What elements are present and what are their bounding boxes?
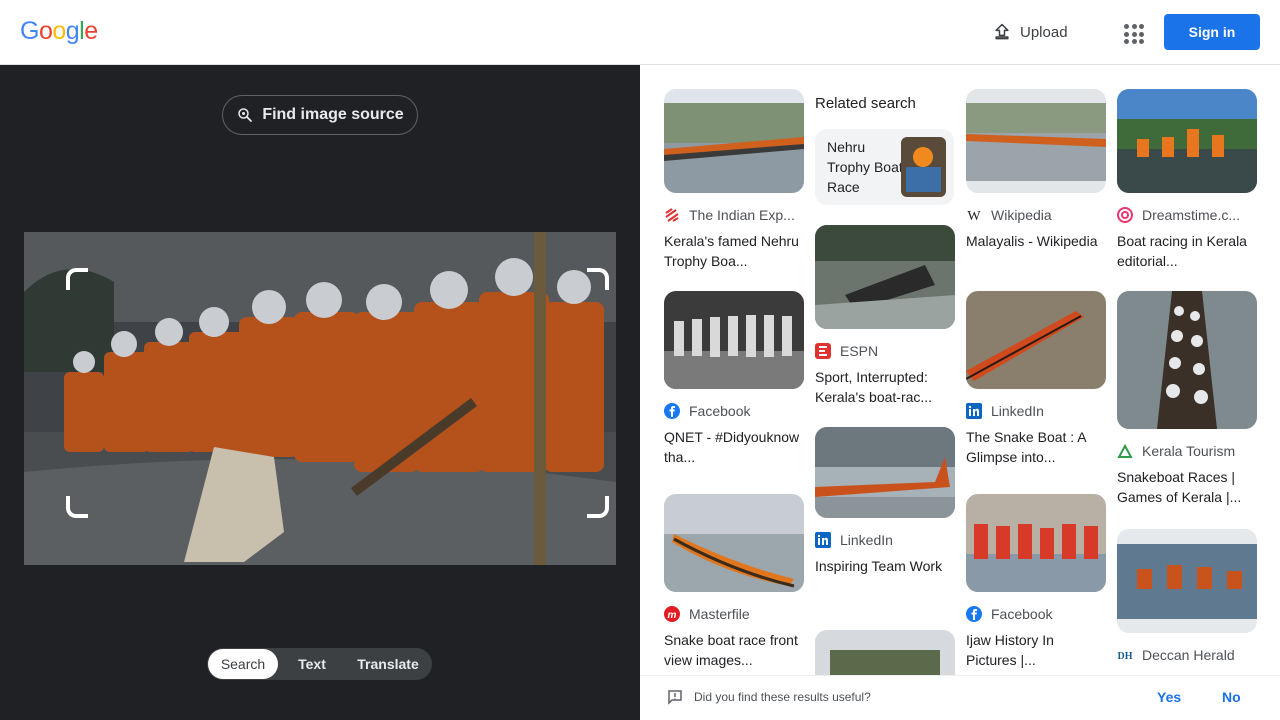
- masterfile-icon: m: [664, 606, 680, 622]
- linkedin-icon: [966, 403, 982, 419]
- result-title[interactable]: The Snake Boat : A Glimpse into...: [966, 427, 1106, 467]
- result-card[interactable]: Dreamstime.c... Boat racing in Kerala ed…: [1117, 89, 1257, 271]
- result-title[interactable]: Kerala's famed Nehru Trophy Boa...: [664, 231, 804, 271]
- feedback-icon: [668, 690, 682, 705]
- result-thumbnail[interactable]: [966, 291, 1106, 389]
- result-card[interactable]: DH Deccan Herald: [1117, 529, 1257, 663]
- uploaded-image[interactable]: [24, 232, 616, 565]
- result-source: Deccan Herald: [1142, 647, 1235, 663]
- result-card[interactable]: W Wikipedia Malayalis - Wikipedia: [966, 89, 1106, 271]
- result-thumbnail[interactable]: [815, 630, 955, 675]
- facebook-icon: [664, 403, 680, 419]
- result-source: Facebook: [689, 403, 751, 419]
- google-logo[interactable]: Google: [20, 16, 98, 46]
- result-source: ESPN: [840, 343, 879, 359]
- related-search-chip[interactable]: Nehru Trophy Boat Race: [815, 129, 954, 205]
- result-title[interactable]: Boat racing in Kerala editorial...: [1117, 231, 1257, 271]
- related-search-label: Nehru Trophy Boat Race: [827, 139, 903, 195]
- wikipedia-icon: W: [966, 207, 982, 223]
- result-title[interactable]: Malayalis - Wikipedia: [966, 231, 1106, 271]
- result-card[interactable]: Kerala Tourism Snakeboat Races | Games o…: [1117, 291, 1257, 507]
- result-title[interactable]: Ijaw History In Pictures |...: [966, 630, 1106, 670]
- feedback-bar: Did you find these results useful? Yes N…: [640, 675, 1280, 720]
- translate-mode-tab[interactable]: Translate: [346, 649, 430, 679]
- results-pane: The Indian Exp... Kerala's famed Nehru T…: [640, 65, 1280, 675]
- related-search-thumbnail: [901, 137, 946, 197]
- result-source: Kerala Tourism: [1142, 443, 1236, 459]
- result-card[interactable]: LinkedIn Inspiring Team Work: [815, 427, 955, 596]
- upload-label: Upload: [1020, 23, 1068, 41]
- logo-letter: o: [38, 17, 53, 45]
- indian-express-icon: [664, 207, 680, 223]
- result-source: The Indian Exp...: [689, 207, 795, 223]
- result-card[interactable]: [815, 630, 955, 675]
- search-mode-tab[interactable]: Search: [208, 649, 278, 679]
- result-card[interactable]: The Indian Exp... Kerala's famed Nehru T…: [664, 89, 804, 271]
- result-card[interactable]: Facebook Ijaw History In Pictures |...: [966, 494, 1106, 670]
- svg-text:m: m: [668, 610, 677, 621]
- kerala-tourism-icon: [1117, 443, 1133, 459]
- result-source: LinkedIn: [991, 403, 1044, 419]
- result-card[interactable]: m Masterfile Snake boat race front view i…: [664, 494, 804, 670]
- result-thumbnail[interactable]: [815, 225, 955, 329]
- result-title[interactable]: Inspiring Team Work: [815, 556, 955, 596]
- svg-text:DH: DH: [1118, 651, 1133, 662]
- logo-letter: e: [84, 17, 98, 45]
- result-source: LinkedIn: [840, 532, 893, 548]
- result-source: Masterfile: [689, 606, 750, 622]
- result-thumbnail[interactable]: [664, 291, 804, 389]
- result-title[interactable]: Snake boat race front view images...: [664, 630, 804, 670]
- result-thumbnail[interactable]: [664, 89, 804, 193]
- svg-text:W: W: [967, 209, 981, 223]
- upload-button[interactable]: Upload: [992, 18, 1068, 46]
- result-card[interactable]: LinkedIn The Snake Boat : A Glimpse into…: [966, 291, 1106, 467]
- result-card[interactable]: Facebook QNET - #Didyouknow tha...: [664, 291, 804, 467]
- result-thumbnail[interactable]: [815, 427, 955, 518]
- upload-icon: [995, 23, 1009, 40]
- deccan-herald-icon: DH: [1117, 647, 1133, 663]
- feedback-yes-button[interactable]: Yes: [1157, 689, 1181, 705]
- result-title[interactable]: Snakeboat Races | Games of Kerala |...: [1117, 467, 1257, 507]
- logo-letter: G: [20, 17, 39, 45]
- apps-grid-icon[interactable]: [1118, 18, 1146, 46]
- result-thumbnail[interactable]: [966, 89, 1106, 193]
- linkedin-icon: [815, 532, 831, 548]
- result-source: Dreamstime.c...: [1142, 207, 1241, 223]
- mode-switcher: Search Text Translate: [207, 648, 432, 680]
- image-viewer-pane: Find image source Search Text Translate: [0, 65, 640, 720]
- feedback-no-button[interactable]: No: [1222, 689, 1241, 705]
- result-thumbnail[interactable]: [1117, 291, 1257, 429]
- result-source: Wikipedia: [991, 207, 1052, 223]
- sign-in-button[interactable]: Sign in: [1164, 14, 1260, 50]
- text-mode-tab[interactable]: Text: [278, 649, 346, 679]
- feedback-question: Did you find these results useful?: [694, 690, 871, 704]
- result-title[interactable]: QNET - #Didyouknow tha...: [664, 427, 804, 467]
- lens-search-icon: [238, 108, 253, 122]
- result-thumbnail[interactable]: [1117, 529, 1257, 633]
- result-source: Facebook: [991, 606, 1053, 622]
- result-thumbnail[interactable]: [966, 494, 1106, 592]
- dreamstime-icon: [1117, 207, 1133, 223]
- facebook-icon: [966, 606, 982, 622]
- top-bar: Google Upload Sign in: [0, 0, 1280, 65]
- related-search-heading: Related search: [815, 95, 916, 112]
- result-thumbnail[interactable]: [1117, 89, 1257, 193]
- espn-icon: [815, 343, 831, 359]
- logo-letter: g: [65, 17, 80, 45]
- find-image-source-label: Find image source: [262, 106, 404, 123]
- result-title[interactable]: Sport, Interrupted: Kerala's boat-rac...: [815, 367, 955, 407]
- result-thumbnail[interactable]: [664, 494, 804, 592]
- logo-letter: o: [52, 17, 66, 45]
- find-image-source-button[interactable]: Find image source: [222, 95, 418, 135]
- result-card[interactable]: ESPN Sport, Interrupted: Kerala's boat-r…: [815, 225, 955, 407]
